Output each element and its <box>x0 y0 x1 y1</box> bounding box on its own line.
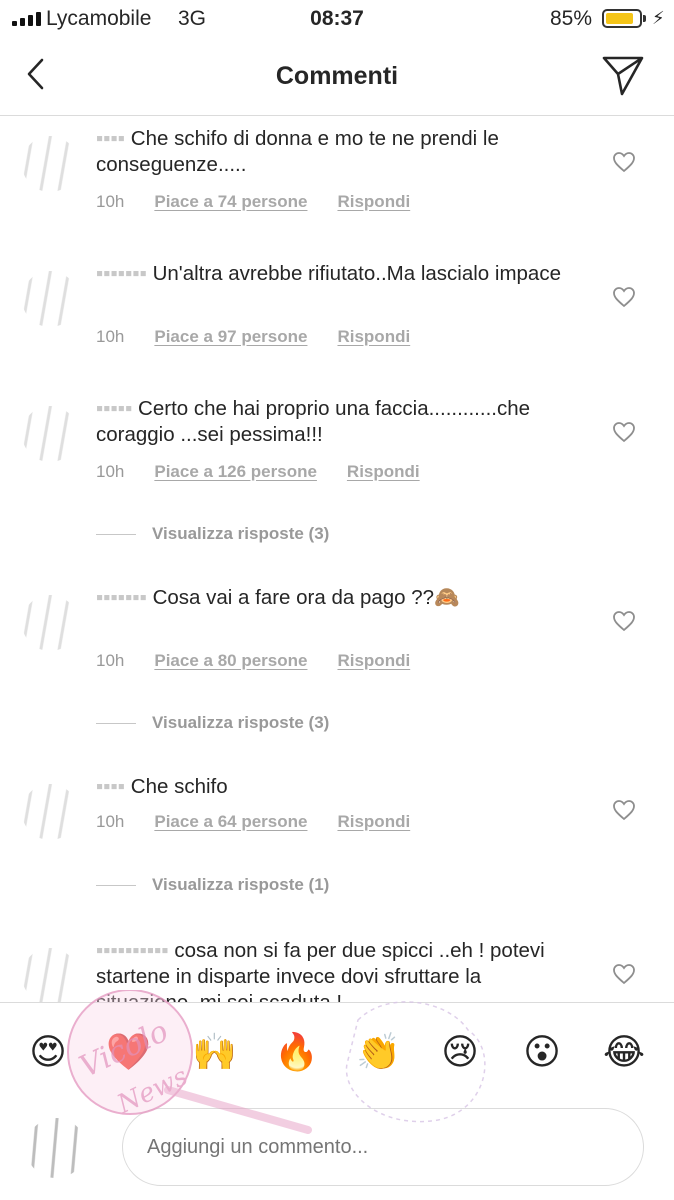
reply-button[interactable]: Rispondi <box>337 192 410 212</box>
likes-count-link[interactable]: Piace a 126 persone <box>154 462 317 482</box>
view-replies-label: Visualizza risposte (1) <box>152 875 330 894</box>
view-replies-button[interactable]: Visualizza risposte (3) <box>96 524 329 544</box>
reply-button[interactable]: Rispondi <box>347 462 420 482</box>
heart-icon[interactable] <box>612 151 636 173</box>
reply-button[interactable]: Rispondi <box>337 327 410 347</box>
comment-username[interactable]: ▪▪▪▪▪▪▪▪▪▪ <box>96 939 174 962</box>
clapping-hands-emoji-button[interactable]: 👏 <box>356 1031 401 1075</box>
reply-button[interactable]: Rispondi <box>337 812 410 832</box>
comment-item: ▪▪▪▪▪▪▪ Un'altra avrebbe rifiutato..Ma l… <box>0 251 674 381</box>
comment-item: ▪▪▪▪▪▪▪▪▪▪ cosa non si fa per due spicci… <box>0 928 674 1002</box>
comment-text: ▪▪▪▪▪ Certo che hai proprio una faccia..… <box>96 397 531 446</box>
comment-text: ▪▪▪▪ Che schifo <box>96 775 228 798</box>
comment-meta: 10h Piace a 64 persone Rispondi <box>96 812 410 832</box>
comment-time: 10h <box>96 462 125 481</box>
view-replies-button[interactable]: Visualizza risposte (1) <box>96 875 329 895</box>
comments-list[interactable]: ▪▪▪▪ Che schifo di donna e mo te ne pren… <box>0 116 674 1002</box>
fire-emoji-button[interactable]: 🔥 <box>274 1031 319 1075</box>
replies-divider <box>96 722 136 724</box>
comment-meta: 10h Piace a 80 persone Rispondi <box>96 651 410 671</box>
comment-meta: 10h Piace a 74 persone Rispondi <box>96 192 410 212</box>
emoji-quick-bar: 😍 ❤️ 🙌 🔥 👏 😢 😮 😂 <box>0 1002 674 1102</box>
comment-item: ▪▪▪▪▪▪▪ Cosa vai a fare ora da pago ??🙈 … <box>0 575 674 745</box>
comment-time: 10h <box>96 812 125 831</box>
crying-face-emoji-button[interactable]: 😢 <box>438 1031 482 1075</box>
heart-icon[interactable] <box>612 286 636 308</box>
comment-text: ▪▪▪▪▪▪▪ Un'altra avrebbe rifiutato..Ma l… <box>96 262 561 285</box>
comment-text: ▪▪▪▪▪▪▪▪▪▪ cosa non si fa per due spicci… <box>96 939 545 1002</box>
avatar[interactable] <box>22 406 78 462</box>
heart-icon[interactable] <box>612 421 636 443</box>
comment-username[interactable]: ▪▪▪▪ <box>96 127 131 150</box>
red-heart-emoji-button[interactable]: ❤️ <box>106 1031 151 1075</box>
comment-username[interactable]: ▪▪▪▪▪▪▪ <box>96 586 153 609</box>
tears-of-joy-emoji-button[interactable]: 😂 <box>602 1031 646 1075</box>
heart-icon[interactable] <box>612 799 636 821</box>
page-title: Commenti <box>275 62 399 90</box>
comment-time: 10h <box>96 327 125 346</box>
replies-divider <box>96 884 136 886</box>
surprised-face-emoji-button[interactable]: 😮 <box>520 1031 564 1075</box>
avatar[interactable] <box>22 784 78 840</box>
comment-text: ▪▪▪▪▪▪▪ Cosa vai a fare ora da pago ??🙈 <box>96 586 460 609</box>
paper-plane-icon[interactable] <box>600 52 646 98</box>
comment-input[interactable] <box>122 1108 644 1186</box>
comment-username[interactable]: ▪▪▪▪▪ <box>96 397 138 420</box>
avatar[interactable] <box>22 271 78 327</box>
avatar[interactable] <box>22 136 78 192</box>
status-bar: Lycamobile 3G 08:37 85% ⚡ <box>0 0 674 38</box>
comment-item: ▪▪▪▪▪ Certo che hai proprio una faccia..… <box>0 386 674 556</box>
current-user-avatar <box>26 1118 86 1178</box>
heart-eyes-emoji-button[interactable]: 😍 <box>26 1031 70 1075</box>
charging-bolt-icon: ⚡ <box>652 8 665 28</box>
nav-bar: Commenti <box>0 38 674 116</box>
heart-icon[interactable] <box>612 610 636 632</box>
reply-button[interactable]: Rispondi <box>337 651 410 671</box>
likes-count-link[interactable]: Piace a 97 persone <box>154 327 307 347</box>
avatar[interactable] <box>22 948 78 1002</box>
replies-divider <box>96 533 136 535</box>
comment-item: ▪▪▪▪ Che schifo 10h Piace a 64 persone R… <box>0 764 674 934</box>
avatar[interactable] <box>22 595 78 651</box>
comment-username[interactable]: ▪▪▪▪ <box>96 775 131 798</box>
battery-nub <box>643 15 646 22</box>
comment-meta: 10h Piace a 126 persone Rispondi <box>96 462 420 482</box>
battery-percentage: 85% <box>550 7 593 30</box>
likes-count-link[interactable]: Piace a 74 persone <box>154 192 307 212</box>
comment-username[interactable]: ▪▪▪▪▪▪▪ <box>96 262 153 285</box>
view-replies-label: Visualizza risposte (3) <box>152 713 330 732</box>
view-replies-label: Visualizza risposte (3) <box>152 524 330 543</box>
comment-text: ▪▪▪▪ Che schifo di donna e mo te ne pren… <box>96 127 499 176</box>
raised-hands-emoji-button[interactable]: 🙌 <box>192 1031 237 1075</box>
battery-icon <box>602 9 642 28</box>
comment-meta: 10h Piace a 97 persone Rispondi <box>96 327 410 347</box>
comment-item: ▪▪▪▪ Che schifo di donna e mo te ne pren… <box>0 116 674 246</box>
view-replies-button[interactable]: Visualizza risposte (3) <box>96 713 329 733</box>
comment-time: 10h <box>96 192 125 211</box>
comment-time: 10h <box>96 651 125 670</box>
likes-count-link[interactable]: Piace a 80 persone <box>154 651 307 671</box>
heart-icon[interactable] <box>612 963 636 985</box>
comment-composer <box>0 1102 674 1200</box>
likes-count-link[interactable]: Piace a 64 persone <box>154 812 307 832</box>
